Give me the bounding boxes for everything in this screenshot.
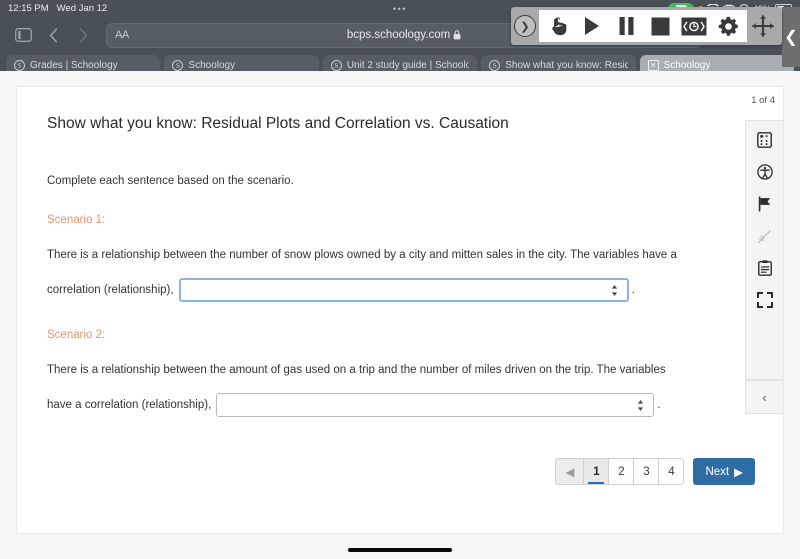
scenario-2-text: There is a relationship between the amou… [47,364,666,377]
play-icon [583,16,601,36]
move-arrows-icon [752,15,774,37]
notepad-icon[interactable] [756,259,774,277]
chevron-left-icon: ❮ [784,29,798,46]
scenario-2-heading: Scenario 2: [47,329,106,342]
lock-icon [453,30,461,40]
tab-label: Grades | Schoology [30,59,118,71]
clock: 12:15 PM [8,3,49,14]
scenario-1-select[interactable] [178,278,629,303]
tool-rail: a [745,120,783,380]
triangle-left-icon: ◀ [565,466,575,479]
next-button[interactable]: Next ▶ [693,458,755,485]
assignment-content: Show what you know: Residual Plots and C… [17,87,783,533]
rail-collapse-button[interactable]: ‹ [745,380,783,414]
overlay-expand-handle[interactable]: ❯ [514,15,536,37]
scenario-1-period: . [631,284,635,297]
page-counter: 1 of 4 [751,95,775,106]
gear-icon [718,16,739,37]
scenario-1-heading: Scenario 1: [47,214,106,226]
chevron-left-icon [49,27,58,43]
home-indicator [348,548,452,552]
stop-button[interactable] [643,10,677,42]
url-text: bcps.schoology.com [346,29,451,41]
schoology-favicon-icon: S [14,59,25,71]
schoology-favicon-icon: S [330,59,342,71]
pagination-page-2[interactable]: 2 [608,458,635,485]
stop-icon [651,17,670,36]
scenario-2-answer-row: have a correlation (relationship), . [47,393,753,418]
tab-label: Unit 2 study guide | Schoolo [346,59,470,71]
hand-pointer-icon [550,16,567,36]
hand-pointer-button[interactable] [541,10,575,42]
speed-control-icon [681,17,707,36]
overlay-edge-collapse[interactable]: ❮ [782,7,800,67]
accessibility-icon[interactable] [756,163,774,181]
tab-label: Show what you know: Resid [505,59,628,71]
pause-button[interactable] [609,10,643,42]
assignment-card: Show what you know: Residual Plots and C… [16,86,784,534]
ipad-safari-screen: 12:15 PM Wed Jan 12 ••• 49% [0,0,800,559]
scenario-1-text: There is a relationship between the numb… [47,249,677,261]
back-button[interactable] [38,22,68,48]
calculator-icon[interactable] [756,131,774,149]
web-viewport: Show what you know: Residual Plots and C… [0,71,800,559]
overlay-button-group [539,10,747,42]
scenario-1-answer-row: correlation (relationship), . [47,278,753,303]
scenario-2-select[interactable] [216,393,655,418]
page-title: Show what you know: Residual Plots and C… [47,115,509,132]
close-tab-icon[interactable]: ✕ [647,59,659,71]
instructions-text: Complete each sentence based on the scen… [47,175,294,187]
pause-icon [618,16,635,36]
chevron-updown-icon [637,399,645,412]
triangle-right-icon: ▶ [734,466,743,479]
pagination-page-3[interactable]: 3 [633,458,660,485]
tab-label: Schoology [188,59,236,71]
sidebar-toggle-icon [14,28,32,42]
status-bar-left: 12:15 PM Wed Jan 12 [8,3,107,14]
play-button[interactable] [575,10,609,42]
status-bar-dots: ••• [392,3,408,14]
scenario-2-lead-text: have a correlation (relationship), [47,399,212,412]
flag-icon[interactable] [756,195,774,213]
settings-button[interactable] [711,10,745,42]
tab-label: Schoology [663,59,711,71]
chevron-left-icon: ‹ [762,389,767,405]
schoology-favicon-icon: S [489,59,501,71]
date: Wed Jan 12 [56,3,108,14]
pagination-page-4[interactable]: 4 [658,458,685,485]
overlay-move-handle[interactable] [747,15,779,37]
chevron-right-circle-icon: ❯ [520,20,530,33]
pagination: ◀ 1 2 3 4 Next ▶ [555,458,755,485]
fullscreen-icon[interactable] [756,291,774,309]
strikethrough-tool-icon[interactable]: a [756,227,774,245]
pagination-page-1[interactable]: 1 [583,458,610,485]
next-button-label: Next [705,465,730,478]
pagination-prev-button[interactable]: ◀ [555,458,585,485]
forward-button[interactable] [68,22,98,48]
speed-control-button[interactable] [677,10,711,42]
recording-control-overlay: ❯ [511,7,782,45]
chevron-right-icon [79,27,88,43]
chevron-updown-icon [610,284,618,297]
scenario-2-period: . [657,399,661,412]
schoology-favicon-icon: S [172,59,184,71]
sidebar-toggle-button[interactable] [8,22,38,48]
scenario-1-lead-text: correlation (relationship), [47,284,174,297]
